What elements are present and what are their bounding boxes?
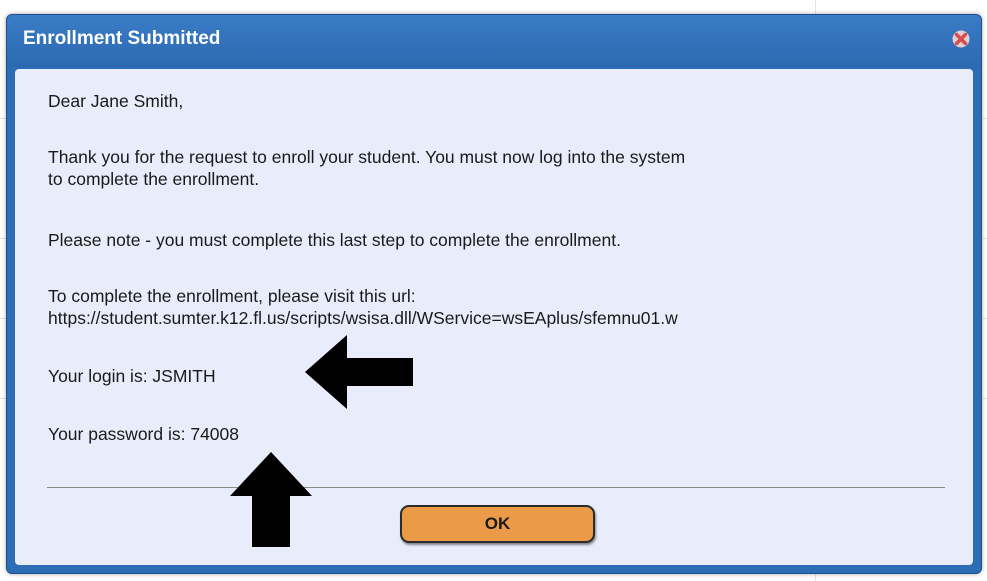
arrow-up-icon [230, 452, 312, 547]
note-text: Please note - you must complete this las… [48, 230, 621, 250]
dialog-body: Dear Jane Smith, Thank you for the reque… [15, 69, 973, 565]
message-line: Thank you for the request to enroll your… [48, 147, 686, 167]
password-text: Your password is: 74008 [48, 424, 240, 444]
close-icon[interactable] [951, 29, 971, 49]
enrollment-dialog: Enrollment Submitted Dear Jane Smith, Th… [6, 14, 982, 574]
url-intro-text: To complete the enrollment, please visit… [48, 286, 416, 306]
login-text: Your login is: JSMITH [48, 366, 216, 386]
message-line: to complete the enrollment. [48, 169, 260, 189]
greeting-text: Dear Jane Smith, [48, 91, 184, 111]
dialog-titlebar: Enrollment Submitted [7, 15, 981, 67]
footer-divider [47, 487, 945, 488]
dialog-title: Enrollment Submitted [23, 28, 221, 49]
ok-button[interactable]: OK [400, 505, 595, 543]
arrow-left-icon [305, 335, 413, 409]
enrollment-url: https://student.sumter.k12.fl.us/scripts… [48, 308, 678, 328]
